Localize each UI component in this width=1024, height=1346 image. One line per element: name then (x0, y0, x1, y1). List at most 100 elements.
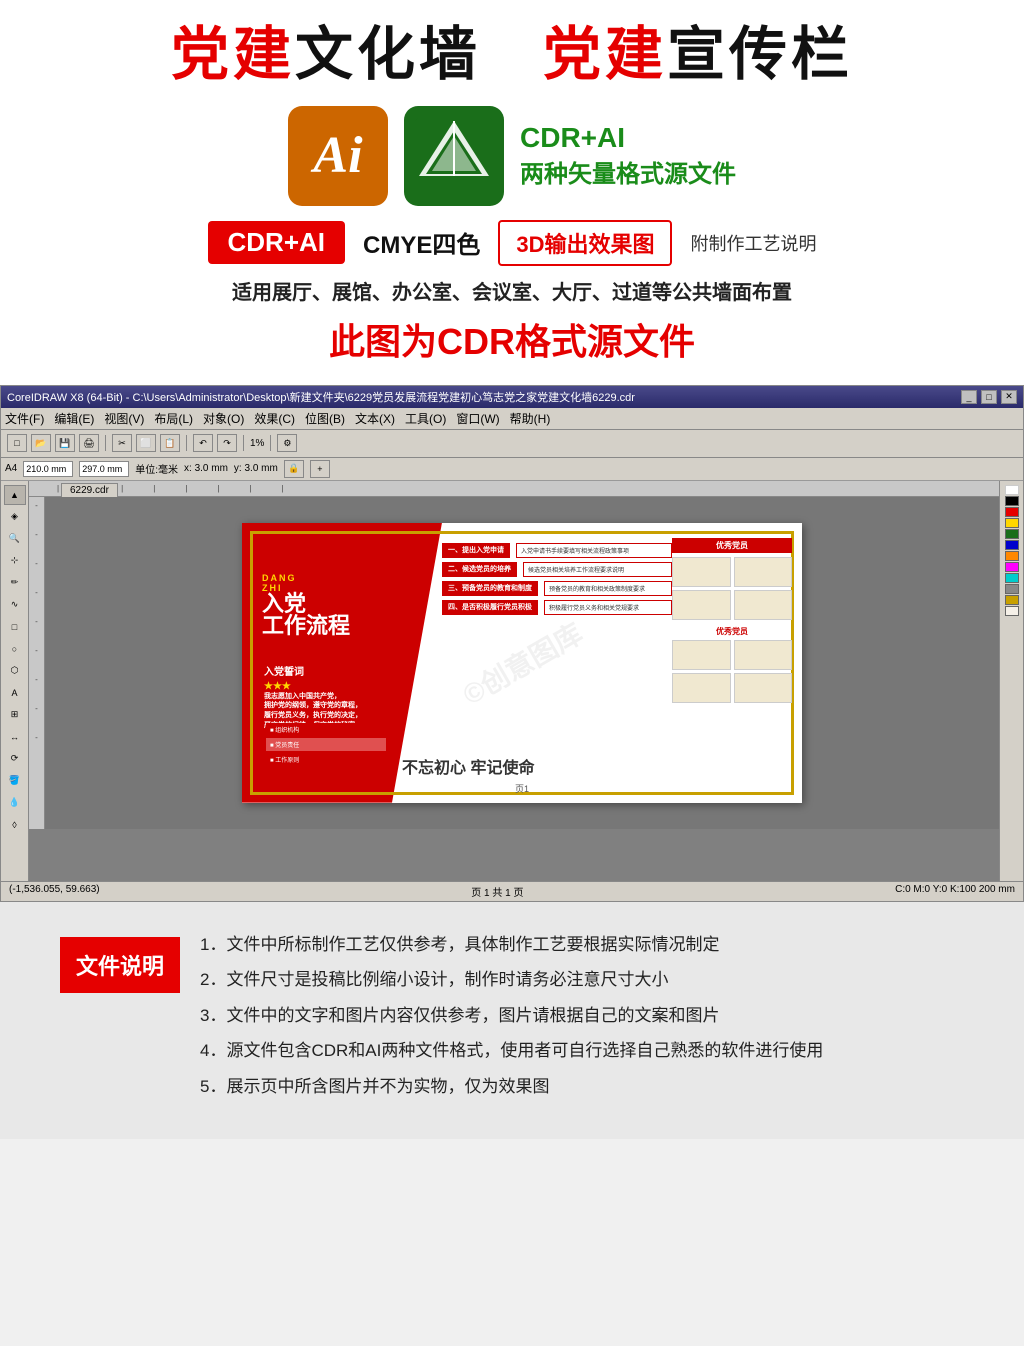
flow-step-3-row: 三、预备党员的教育和制度 预备党员的教育和相关政策制度要求 (442, 581, 672, 596)
menu-bitmap[interactable]: 位图(B) (305, 410, 345, 427)
menu-text[interactable]: 文本(X) (355, 410, 395, 427)
cdr-body: ▲ ◈ 🔍 ⊹ ✏ ∿ □ ○ ⬡ A ⊞ ↔ ⟳ 🪣 💧 ◊ | | | | (1, 481, 1023, 881)
toolbar-undo[interactable]: ↶ (193, 434, 213, 452)
menu-window[interactable]: 窗口(W) (456, 410, 499, 427)
minimize-button[interactable]: _ (961, 390, 977, 404)
toolbar-options[interactable]: ⚙ (277, 434, 297, 452)
swatch-magenta[interactable] (1005, 562, 1019, 572)
swatch-gold[interactable] (1005, 595, 1019, 605)
tool-crop[interactable]: ⊹ (4, 551, 26, 571)
tool-select[interactable]: ▲ (4, 485, 26, 505)
file-note-item-5: 5．展示页中所含图片并不为实物，仅为效果图 (200, 1074, 964, 1100)
format-line1: CDR+AI (520, 122, 736, 154)
tag-note: 附制作工艺说明 (690, 230, 816, 256)
party-pledge: 入党誓词 ★★★ 我志愿加入中国共产党，拥护党的纲领，遵守党的章程，履行党员义务… (264, 663, 404, 731)
ruler-left: - - - - - - - - - (29, 497, 45, 829)
menu-tool[interactable]: 工具(O) (405, 410, 446, 427)
tool-connector[interactable]: ⟳ (4, 749, 26, 769)
menu-effect[interactable]: 效果(C) (254, 410, 295, 427)
menu-view[interactable]: 视图(V) (104, 410, 144, 427)
cdr-toolbox: ▲ ◈ 🔍 ⊹ ✏ ∿ □ ○ ⬡ A ⊞ ↔ ⟳ 🪣 💧 ◊ (1, 481, 29, 881)
statusbar-color: C:0 M:0 Y:0 K:100 200 mm (895, 884, 1015, 899)
swatch-yellow[interactable] (1005, 518, 1019, 528)
menu-help[interactable]: 帮助(H) (510, 410, 551, 427)
file-note-item-2: 2．文件尺寸是投稿比例缩小设计，制作时请务必注意尺寸大小 (200, 967, 964, 993)
member-photos-2 (672, 640, 792, 703)
swatch-red[interactable] (1005, 507, 1019, 517)
prop-lock[interactable]: 🔒 (284, 460, 304, 478)
toolbar-print[interactable]: 🖨 (79, 434, 99, 452)
menu-edit[interactable]: 编辑(E) (54, 410, 94, 427)
swatch-green[interactable] (1005, 529, 1019, 539)
tool-polygon[interactable]: ⬡ (4, 661, 26, 681)
page-canvas: ©创意图库 DANGZHI 入党工作流程 (242, 523, 802, 803)
cdr-prop-row: A4 单位:毫米 x: 3.0 mm y: 3.0 mm 🔒 + (1, 458, 1023, 481)
tool-dimension[interactable]: ↔ (4, 727, 26, 747)
flow-step-2-row: 二、候选党员的培养 候选党员相关培养工作流程要求说明 (442, 562, 672, 577)
tool-zoom[interactable]: 🔍 (4, 529, 26, 549)
swatch-gray[interactable] (1005, 584, 1019, 594)
ruler-left-2: - (35, 530, 38, 539)
toolbar-redo[interactable]: ↷ (217, 434, 237, 452)
member-photos-1 (672, 557, 792, 620)
info-box-3: ■ 工作原则 (266, 753, 386, 766)
prop-label-a4: A4 (5, 463, 17, 474)
party-main-title: 入党工作流程 (262, 593, 350, 637)
prop-transform[interactable]: + (310, 460, 330, 478)
tool-fill[interactable]: 🪣 (4, 771, 26, 791)
swatch-black[interactable] (1005, 496, 1019, 506)
coreldraw-logo-svg (414, 116, 494, 196)
prop-x: x: 3.0 mm (184, 463, 228, 474)
pledge-stars: ★★★ (264, 681, 404, 692)
toolbar-copy[interactable]: ⬜ (136, 434, 156, 452)
member-title-1: 优秀党员 (672, 538, 792, 553)
member-photo-3 (672, 590, 731, 620)
menu-layout[interactable]: 布局(L) (154, 410, 193, 427)
swatch-cyan[interactable] (1005, 573, 1019, 583)
canvas-tab[interactable]: 6229.cdr (61, 483, 118, 497)
menu-file[interactable]: 文件(F) (5, 410, 44, 427)
prop-width[interactable] (23, 461, 73, 477)
file-note-list: 1．文件中所标制作工艺仅供参考，具体制作工艺要根据实际情况制定 2．文件尺寸是投… (200, 932, 964, 1110)
tool-rect[interactable]: □ (4, 617, 26, 637)
toolbar-paste[interactable]: 📋 (160, 434, 180, 452)
flow-step-3-content: 预备党员的教育和相关政策制度要求 (544, 581, 672, 596)
ruler-left-7: - (35, 675, 38, 684)
cdr-canvas-area[interactable]: | | | | | | | | - - - - - - - - (29, 481, 999, 881)
party-wall: DANGZHI 入党工作流程 入党誓词 ★★★ 我志愿加入中国共产党，拥护党的纲… (242, 523, 802, 803)
tool-interactive[interactable]: ◊ (4, 815, 26, 835)
prop-y: y: 3.0 mm (234, 463, 278, 474)
cdr-titlebar-controls[interactable]: _ □ ✕ (961, 390, 1017, 404)
tool-text[interactable]: A (4, 683, 26, 703)
flow-step-1-content: 入党申请书手续要填写相关流程政策事项 (516, 543, 672, 558)
close-button[interactable]: ✕ (1001, 390, 1017, 404)
prop-height[interactable] (79, 461, 129, 477)
toolbar-save[interactable]: 💾 (55, 434, 75, 452)
toolbar-divider3 (243, 435, 244, 451)
maximize-button[interactable]: □ (981, 390, 997, 404)
swatch-blue[interactable] (1005, 540, 1019, 550)
tool-eyedropper[interactable]: 💧 (4, 793, 26, 813)
tool-bezier[interactable]: ∿ (4, 595, 26, 615)
statusbar-coords: (-1,536.055, 59.663) (9, 884, 100, 899)
menu-object[interactable]: 对象(O) (203, 410, 244, 427)
tool-ellipse[interactable]: ○ (4, 639, 26, 659)
ruler-left-6: - (35, 646, 38, 655)
tags-row: CDR+AI CMYE四色 3D输出效果图 附制作工艺说明 (40, 220, 984, 266)
swatch-orange[interactable] (1005, 551, 1019, 561)
cdr-window: CoreIDRAW X8 (64-Bit) - C:\Users\Adminis… (0, 385, 1024, 902)
canvas-bg[interactable]: 6229.cdr ©创意图库 DANGZHI (45, 497, 999, 829)
toolbar-new[interactable]: □ (7, 434, 27, 452)
toolbar-open[interactable]: 📂 (31, 434, 51, 452)
party-member-area: 优秀党员 优秀党员 (672, 538, 792, 703)
flow-step-4-row: 四、是否积极履行党员积极 积极履行党员义务和相关党规要求 (442, 600, 672, 615)
swatch-cream[interactable] (1005, 606, 1019, 616)
member-photo-5 (672, 640, 731, 670)
tool-node[interactable]: ◈ (4, 507, 26, 527)
file-note-item-4: 4．源文件包含CDR和AI两种文件格式，使用者可自行选择自己熟悉的软件进行使用 (200, 1038, 964, 1064)
tool-freehand[interactable]: ✏ (4, 573, 26, 593)
swatch-white[interactable] (1005, 485, 1019, 495)
tool-table[interactable]: ⊞ (4, 705, 26, 725)
toolbar-cut[interactable]: ✂ (112, 434, 132, 452)
party-title-area: DANGZHI 入党工作流程 (262, 573, 350, 637)
